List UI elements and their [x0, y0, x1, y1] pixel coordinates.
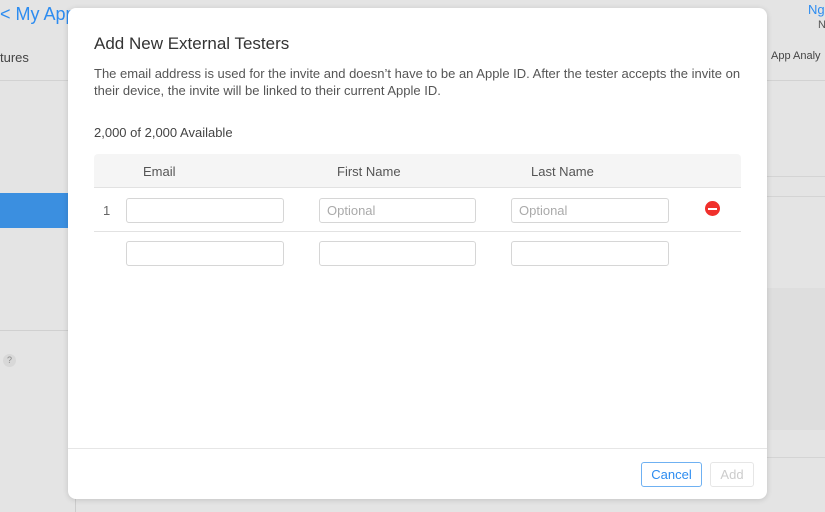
- first-name-input[interactable]: [319, 241, 476, 266]
- dialog-description: The email address is used for the invite…: [94, 66, 741, 98]
- divider: [767, 176, 825, 177]
- sidebar-selected-item[interactable]: [0, 193, 68, 228]
- divider: [767, 196, 825, 197]
- column-last-name: Last Name: [531, 164, 594, 179]
- add-button[interactable]: Add: [710, 462, 754, 487]
- table-header: Email First Name Last Name: [94, 154, 741, 188]
- add-testers-dialog: Add New External Testers The email addre…: [68, 8, 767, 499]
- user-sub: N: [818, 19, 825, 31]
- user-name[interactable]: Ng: [808, 2, 825, 17]
- last-name-input[interactable]: [511, 198, 669, 223]
- footer-divider: [68, 448, 767, 449]
- row-number: 1: [103, 203, 111, 218]
- cancel-button[interactable]: Cancel: [641, 462, 702, 487]
- table-row: [94, 232, 741, 276]
- column-email: Email: [143, 164, 176, 179]
- table-row: 1: [94, 188, 741, 232]
- nav-tab-features[interactable]: tures: [0, 50, 29, 65]
- help-icon[interactable]: ?: [3, 354, 16, 367]
- first-name-input[interactable]: [319, 198, 476, 223]
- sidebar-divider: [0, 330, 68, 331]
- last-name-input[interactable]: [511, 241, 669, 266]
- dialog-title: Add New External Testers: [94, 34, 290, 53]
- email-input[interactable]: [126, 198, 284, 223]
- nav-tab-app-analytics[interactable]: App Analy: [771, 50, 821, 62]
- available-count: 2,000 of 2,000 Available: [94, 125, 233, 140]
- remove-row-icon[interactable]: [705, 201, 720, 216]
- sidebar-border: [75, 499, 76, 512]
- column-first-name: First Name: [337, 164, 401, 179]
- divider: [767, 457, 825, 458]
- email-input[interactable]: [126, 241, 284, 266]
- back-link[interactable]: < My App: [0, 4, 76, 25]
- background-panel: [767, 288, 825, 430]
